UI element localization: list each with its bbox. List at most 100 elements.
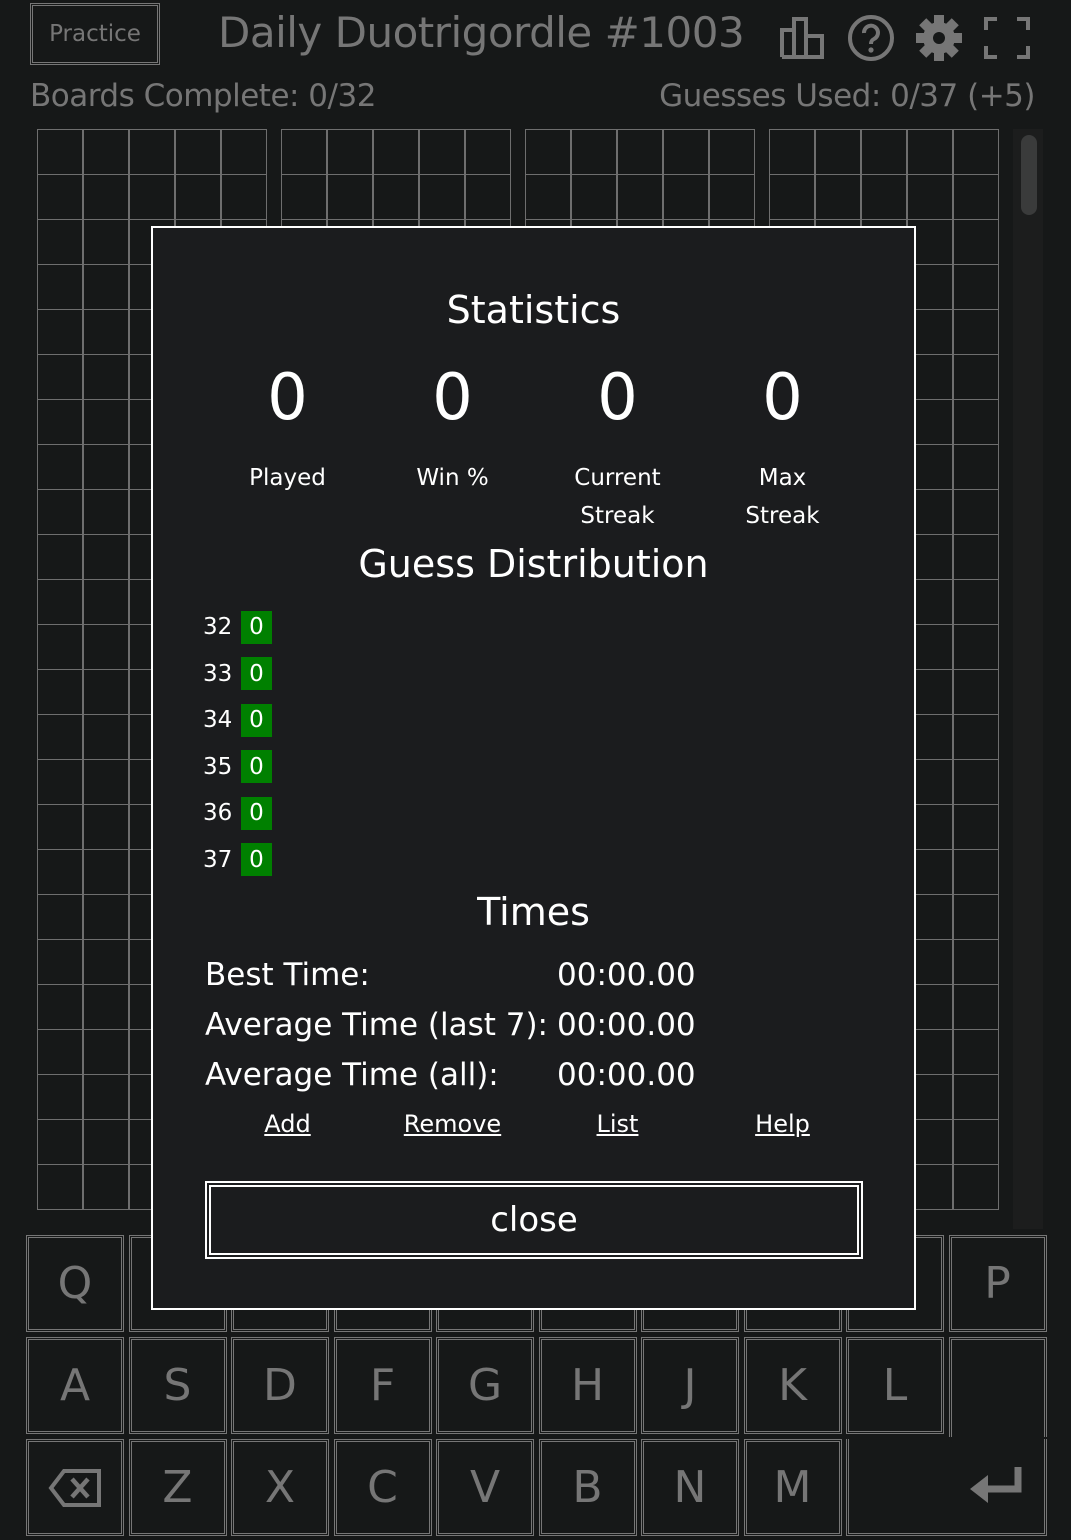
time-row-average-last-7: Average Time (last 7): 00:00.00 (205, 1000, 696, 1050)
board-cell (36, 1118, 83, 1165)
time-value: 00:00.00 (557, 957, 696, 993)
key-c[interactable]: C (333, 1439, 432, 1536)
stats-row: 0 Played 0 Win % 0 Current Streak 0 Max St… (205, 363, 865, 535)
board-cell (36, 848, 83, 895)
board-cell (464, 129, 511, 175)
board-cell (372, 173, 419, 220)
key-n[interactable]: N (641, 1439, 739, 1536)
distribution-bar: 0 (241, 703, 272, 737)
board-cell (326, 173, 373, 220)
board-cell (952, 848, 999, 895)
board-cell (82, 938, 129, 985)
times-title: Times (477, 890, 590, 934)
key-h[interactable]: H (538, 1337, 637, 1434)
key-l[interactable]: L (846, 1337, 944, 1434)
board-cell (36, 173, 83, 220)
board-cell (952, 983, 999, 1030)
distribution-guess-count: 32 (203, 614, 233, 641)
board-cell (82, 983, 129, 1030)
board-cell (708, 173, 755, 220)
board-cell (82, 713, 129, 760)
board-cell (82, 668, 129, 715)
key-f[interactable]: F (333, 1337, 432, 1434)
board-cell (220, 129, 267, 175)
board-cell (418, 129, 465, 175)
board-cell (82, 1163, 129, 1210)
header-icons (777, 14, 1033, 62)
fullscreen-icon[interactable] (981, 14, 1033, 62)
board-cell (280, 129, 327, 175)
key-v[interactable]: V (436, 1439, 534, 1536)
time-row-best: Best Time: 00:00.00 (205, 950, 696, 1000)
page-title: Daily Duotrigordle #1003 (218, 8, 745, 57)
help-link[interactable]: Help (755, 1110, 810, 1138)
scrollbar[interactable] (1013, 129, 1043, 1229)
key-j[interactable]: J (641, 1337, 739, 1434)
stat-value: 0 (762, 361, 803, 435)
board-cell (768, 129, 815, 175)
remove-time-link[interactable]: Remove (404, 1110, 501, 1138)
board-cell (36, 398, 83, 445)
distribution-guess-count: 34 (203, 707, 233, 734)
distribution-bar: 0 (241, 657, 272, 691)
key-p[interactable]: P (948, 1235, 1047, 1332)
list-times-link[interactable]: List (597, 1110, 639, 1138)
settings-icon[interactable] (913, 14, 965, 62)
board-cell (952, 308, 999, 355)
key-g[interactable]: G (436, 1337, 534, 1434)
scroll-thumb[interactable] (1021, 135, 1037, 215)
boards-complete-counter: Boards Complete: 0/32 (30, 78, 376, 114)
board-cell (36, 1073, 83, 1120)
board-cell (570, 129, 617, 175)
stats-icon[interactable] (777, 14, 829, 62)
board-cell (952, 938, 999, 985)
close-button[interactable]: close (205, 1181, 863, 1259)
board-cell (36, 713, 83, 760)
board-cell (82, 1028, 129, 1075)
board-cell (82, 623, 129, 670)
board-cell (82, 353, 129, 400)
stat-label: Current Streak (574, 465, 661, 529)
board-cell (82, 443, 129, 490)
board-cell (36, 758, 83, 805)
enter-key[interactable] (948, 1337, 1047, 1437)
add-time-link[interactable]: Add (264, 1110, 310, 1138)
board-cell (952, 668, 999, 715)
enter-icon (970, 1467, 1022, 1503)
board-cell (36, 263, 83, 310)
key-m[interactable]: M (743, 1439, 842, 1536)
board-cell (524, 173, 571, 220)
board-cell (82, 1073, 129, 1120)
key-q[interactable]: Q (26, 1235, 124, 1332)
board-cell (906, 129, 953, 175)
board-cell (570, 173, 617, 220)
practice-button[interactable]: Practice (30, 3, 160, 65)
key-x[interactable]: X (231, 1439, 329, 1536)
key-z[interactable]: Z (128, 1439, 227, 1536)
time-row-average-all: Average Time (all): 00:00.00 (205, 1050, 696, 1100)
key-a[interactable]: A (26, 1337, 124, 1434)
board-cell (708, 129, 755, 175)
board-cell (36, 623, 83, 670)
key-b[interactable]: B (538, 1439, 637, 1536)
board-cell (36, 983, 83, 1030)
key-s[interactable]: S (128, 1337, 227, 1434)
distribution-row: 33 0 (203, 651, 272, 698)
board-cell (952, 1028, 999, 1075)
backspace-key[interactable] (26, 1439, 124, 1536)
times-table: Best Time: 00:00.00 Average Time (last 7)… (205, 950, 696, 1100)
board-cell (326, 129, 373, 175)
enter-key[interactable] (846, 1439, 1047, 1536)
board-cell (82, 129, 129, 175)
key-d[interactable]: D (231, 1337, 329, 1434)
board-cell (82, 173, 129, 220)
help-icon[interactable] (845, 14, 897, 62)
key-k[interactable]: K (743, 1337, 842, 1434)
stat-win-percent: 0 Win % (370, 363, 535, 535)
stat-current-streak: 0 Current Streak (535, 363, 700, 535)
distribution-bar: 0 (241, 796, 272, 830)
board-cell (860, 129, 907, 175)
stat-label: Win % (416, 465, 489, 491)
distribution-bar: 0 (241, 843, 272, 877)
board-cell (36, 353, 83, 400)
